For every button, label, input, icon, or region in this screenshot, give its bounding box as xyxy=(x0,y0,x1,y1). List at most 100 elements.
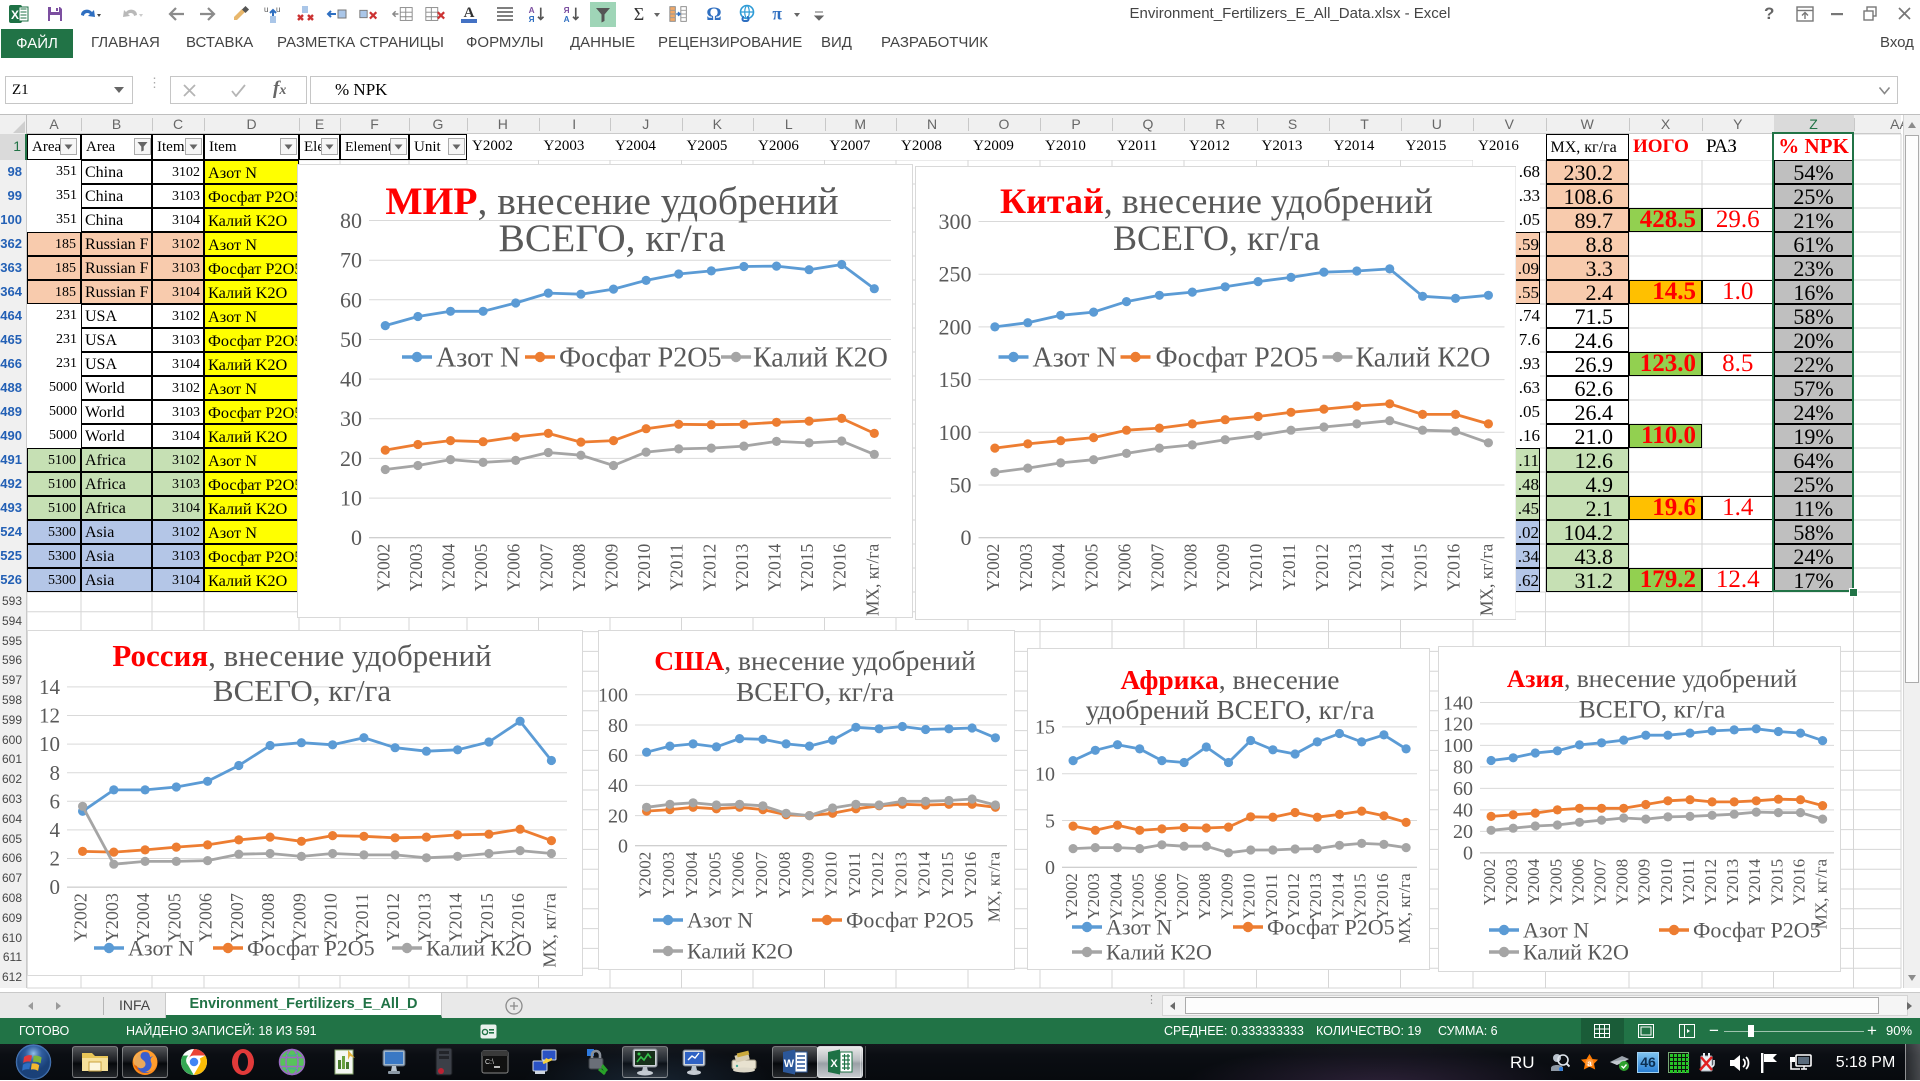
svg-text:Y2003: Y2003 xyxy=(1015,543,1035,591)
svg-text:Y2007: Y2007 xyxy=(1173,873,1192,920)
svg-text:Азия, внесение удобрений: Азия, внесение удобрений xyxy=(1507,664,1798,693)
svg-text:Фосфат P2O5: Фосфат P2O5 xyxy=(1693,918,1821,943)
svg-text:Y2013: Y2013 xyxy=(1344,543,1364,591)
svg-text:50: 50 xyxy=(949,473,971,498)
svg-text:80: 80 xyxy=(1453,757,1473,779)
svg-text:ВСЕГО, кг/га: ВСЕГО, кг/га xyxy=(213,673,391,708)
svg-text:Y2009: Y2009 xyxy=(1217,873,1236,919)
svg-text:Y2004: Y2004 xyxy=(1048,543,1068,591)
svg-text:Y2003: Y2003 xyxy=(659,852,678,898)
svg-text:Фосфат P2O5: Фосфат P2O5 xyxy=(1155,343,1317,374)
svg-text:0: 0 xyxy=(1045,857,1055,879)
svg-text:50: 50 xyxy=(340,327,362,352)
svg-text:Y2013: Y2013 xyxy=(1723,859,1742,905)
svg-text:Y2014: Y2014 xyxy=(1745,858,1764,905)
svg-text:40: 40 xyxy=(1453,800,1473,822)
svg-text:Y2008: Y2008 xyxy=(775,852,794,898)
svg-text:Азот N: Азот N xyxy=(1032,343,1116,374)
svg-text:Y2007: Y2007 xyxy=(752,851,771,898)
svg-text:Y2002: Y2002 xyxy=(1480,859,1499,905)
svg-text:100: 100 xyxy=(598,685,628,707)
svg-text:Y2004: Y2004 xyxy=(1524,858,1543,905)
svg-text:200: 200 xyxy=(938,314,971,339)
svg-text:Y2015: Y2015 xyxy=(938,852,957,898)
svg-text:Y2008: Y2008 xyxy=(1195,873,1214,919)
svg-text:Y2016: Y2016 xyxy=(1373,873,1392,919)
svg-text:Фосфат P2O5: Фосфат P2O5 xyxy=(1267,915,1395,940)
svg-text:0: 0 xyxy=(960,525,971,550)
svg-text:14: 14 xyxy=(39,675,61,699)
svg-text:0: 0 xyxy=(50,875,61,899)
svg-text:Калий К2О: Калий К2О xyxy=(426,936,532,961)
svg-text:Китай, внесение удобрений: Китай, внесение удобрений xyxy=(1000,181,1433,221)
svg-text:МХ, кг/га: МХ, кг/га xyxy=(1476,543,1496,616)
svg-text:Y2009: Y2009 xyxy=(1213,543,1233,591)
svg-text:Калий К2О: Калий К2О xyxy=(753,343,888,374)
svg-text:Y2002: Y2002 xyxy=(373,544,393,592)
svg-text:Фосфат P2O5: Фосфат P2O5 xyxy=(846,908,974,933)
svg-text:Y2010: Y2010 xyxy=(1246,543,1266,591)
svg-text:Азот N: Азот N xyxy=(687,908,753,933)
svg-text:Россия, внесение удобрений: Россия, внесение удобрений xyxy=(112,638,491,673)
svg-text:Y2008: Y2008 xyxy=(1613,859,1632,905)
svg-text:МХ, кг/га: МХ, кг/га xyxy=(540,893,560,968)
svg-text:Калий К2О: Калий К2О xyxy=(1106,940,1212,965)
svg-text:Y2005: Y2005 xyxy=(1081,543,1101,591)
svg-text:W: W xyxy=(784,1058,795,1070)
svg-text:Y2003: Y2003 xyxy=(102,893,122,942)
svg-text:Y2014: Y2014 xyxy=(915,851,934,898)
svg-text:Y2005: Y2005 xyxy=(1546,859,1565,905)
svg-text:300: 300 xyxy=(938,209,971,234)
svg-text:10: 10 xyxy=(39,732,60,756)
svg-text:Y2002: Y2002 xyxy=(1062,873,1081,919)
svg-text:Y2007: Y2007 xyxy=(1591,858,1610,905)
svg-text:5: 5 xyxy=(1045,810,1055,832)
svg-text:Азот N: Азот N xyxy=(1106,915,1172,940)
svg-text:Y2013: Y2013 xyxy=(1306,873,1325,919)
svg-text:Y2004: Y2004 xyxy=(439,543,459,591)
svg-text:Y2011: Y2011 xyxy=(667,544,687,591)
svg-text:8: 8 xyxy=(50,761,61,785)
svg-text:Y2006: Y2006 xyxy=(1151,873,1170,919)
svg-text:МХ, кг/га: МХ, кг/га xyxy=(1395,873,1414,944)
svg-text:Y2015: Y2015 xyxy=(797,543,817,591)
svg-text:250: 250 xyxy=(938,262,971,287)
svg-text:30: 30 xyxy=(340,406,362,431)
svg-text:Y2010: Y2010 xyxy=(822,852,841,898)
svg-text:Y2014: Y2014 xyxy=(1377,543,1397,591)
svg-text:6: 6 xyxy=(50,789,61,813)
svg-text:Y2007: Y2007 xyxy=(536,543,556,591)
svg-text:Y2006: Y2006 xyxy=(729,852,748,898)
svg-text:Y2004: Y2004 xyxy=(1106,873,1125,920)
svg-text:МХ, кг/га: МХ, кг/га xyxy=(862,543,882,616)
svg-text:0: 0 xyxy=(1463,843,1473,865)
svg-text:Y2008: Y2008 xyxy=(569,543,589,591)
svg-text:Калий К2О: Калий К2О xyxy=(687,939,793,964)
svg-text:удобрений ВСЕГО, кг/га: удобрений ВСЕГО, кг/га xyxy=(1086,694,1375,725)
svg-text:ВСЕГО, кг/га: ВСЕГО, кг/га xyxy=(736,676,894,707)
svg-text:МХ, кг/га: МХ, кг/га xyxy=(984,851,1003,922)
svg-text:Y2005: Y2005 xyxy=(471,543,491,591)
svg-text:150: 150 xyxy=(938,367,971,392)
svg-text:20: 20 xyxy=(340,446,362,471)
svg-text:80: 80 xyxy=(340,208,362,233)
svg-text:60: 60 xyxy=(1453,778,1473,800)
svg-text:Y2011: Y2011 xyxy=(1262,873,1281,919)
svg-text:Y2005: Y2005 xyxy=(1129,873,1148,919)
svg-text:10: 10 xyxy=(340,486,362,511)
svg-text:Азот N: Азот N xyxy=(436,343,520,374)
svg-text:15: 15 xyxy=(1035,717,1055,739)
svg-text:120: 120 xyxy=(1443,714,1473,736)
svg-text:Y2016: Y2016 xyxy=(1789,859,1808,905)
svg-text:Y2011: Y2011 xyxy=(845,852,864,898)
svg-text:Y2004: Y2004 xyxy=(682,851,701,898)
svg-text:Y2002: Y2002 xyxy=(71,893,91,942)
svg-text:Y2005: Y2005 xyxy=(705,852,724,898)
svg-text:Y2015: Y2015 xyxy=(1351,873,1370,919)
svg-text:ВСЕГО, кг/га: ВСЕГО, кг/га xyxy=(498,216,725,260)
svg-text:Y2007: Y2007 xyxy=(227,893,247,942)
svg-text:C:\: C:\ xyxy=(485,1059,494,1066)
svg-text:Y2003: Y2003 xyxy=(406,543,426,591)
svg-text:Y2011: Y2011 xyxy=(352,893,372,941)
svg-text:12: 12 xyxy=(39,704,60,728)
